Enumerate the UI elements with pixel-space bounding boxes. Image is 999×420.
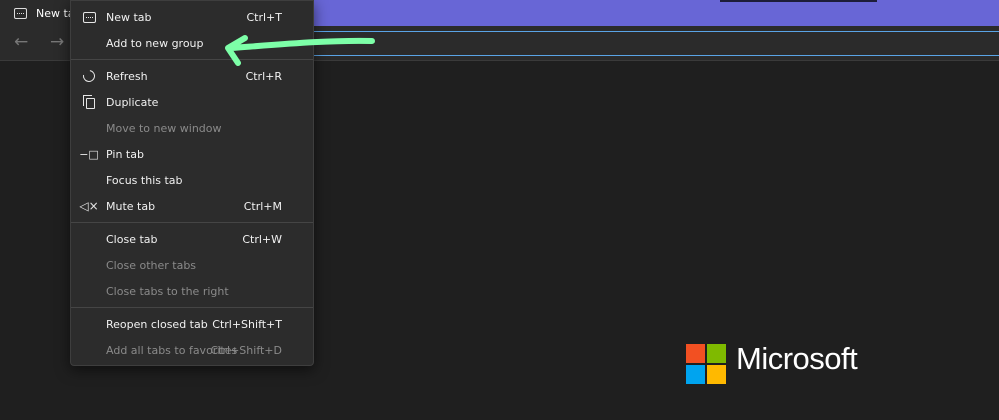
menu-item-pin-tab[interactable]: −□ Pin tab (71, 141, 313, 167)
menu-item-mute-tab[interactable]: ◁× Mute tab Ctrl+M (71, 193, 313, 219)
menu-separator (71, 307, 313, 308)
forward-button[interactable]: → (50, 34, 64, 51)
menu-item-shortcut: Ctrl+W (242, 232, 282, 246)
menu-item-shortcut: Ctrl+R (245, 69, 282, 83)
menu-item-shortcut: Ctrl+T (246, 10, 282, 24)
menu-separator (71, 59, 313, 60)
mute-icon: ◁× (79, 199, 99, 213)
refresh-icon (80, 67, 98, 85)
menu-item-label: Refresh (106, 69, 148, 83)
menu-item-label: Reopen closed tab (106, 317, 208, 331)
logo-square-red (686, 344, 705, 363)
newtab-icon (14, 7, 27, 19)
menu-item-label: Add to new group (106, 36, 204, 50)
microsoft-logo (686, 344, 726, 384)
menu-item-label: Close tabs to the right (106, 284, 229, 298)
pin-icon: −□ (79, 147, 99, 161)
menu-item-label: Close tab (106, 232, 158, 246)
tab-context-menu: New tab Ctrl+T Add to new group Refresh … (70, 0, 314, 366)
menu-item-move-to-new-window[interactable]: Move to new window (71, 115, 313, 141)
menu-item-close-tab[interactable]: Close tab Ctrl+W (71, 226, 313, 252)
microsoft-wordmark: Microsoft (736, 341, 858, 376)
logo-square-yellow (707, 365, 726, 384)
menu-item-label: Mute tab (106, 199, 156, 213)
menu-item-duplicate[interactable]: Duplicate (71, 89, 313, 115)
menu-item-label: New tab (106, 10, 152, 24)
address-bar[interactable] (313, 31, 999, 56)
menu-item-close-tabs-to-the-right[interactable]: Close tabs to the right (71, 278, 313, 304)
tab-strip-divider (720, 0, 877, 2)
logo-square-blue (686, 365, 705, 384)
menu-item-label: Close other tabs (106, 258, 197, 272)
tab-new-tab[interactable]: New tab (0, 0, 80, 26)
menu-item-label: Focus this tab (106, 173, 183, 187)
menu-item-label: Pin tab (106, 147, 144, 161)
menu-item-close-other-tabs[interactable]: Close other tabs (71, 252, 313, 278)
logo-square-green (707, 344, 726, 363)
duplicate-icon (81, 94, 97, 110)
menu-item-label: Duplicate (106, 95, 159, 109)
menu-item-reopen-closed-tab[interactable]: Reopen closed tab Ctrl+Shift+T (71, 311, 313, 337)
menu-separator (71, 222, 313, 223)
menu-item-refresh[interactable]: Refresh Ctrl+R (71, 63, 313, 89)
menu-item-shortcut: Ctrl+Shift+D (210, 343, 282, 357)
menu-item-focus-this-tab[interactable]: Focus this tab (71, 167, 313, 193)
menu-item-shortcut: Ctrl+Shift+T (212, 317, 282, 331)
menu-item-shortcut: Ctrl+M (243, 199, 282, 213)
menu-item-add-all-tabs-to-favorites[interactable]: Add all tabs to favorites Ctrl+Shift+D (71, 337, 313, 363)
back-button[interactable]: ← (14, 34, 28, 51)
menu-item-new-tab[interactable]: New tab Ctrl+T (71, 4, 313, 30)
newtab-icon (81, 9, 97, 25)
menu-item-label: Move to new window (106, 121, 222, 135)
menu-item-add-to-new-group[interactable]: Add to new group (71, 30, 313, 56)
